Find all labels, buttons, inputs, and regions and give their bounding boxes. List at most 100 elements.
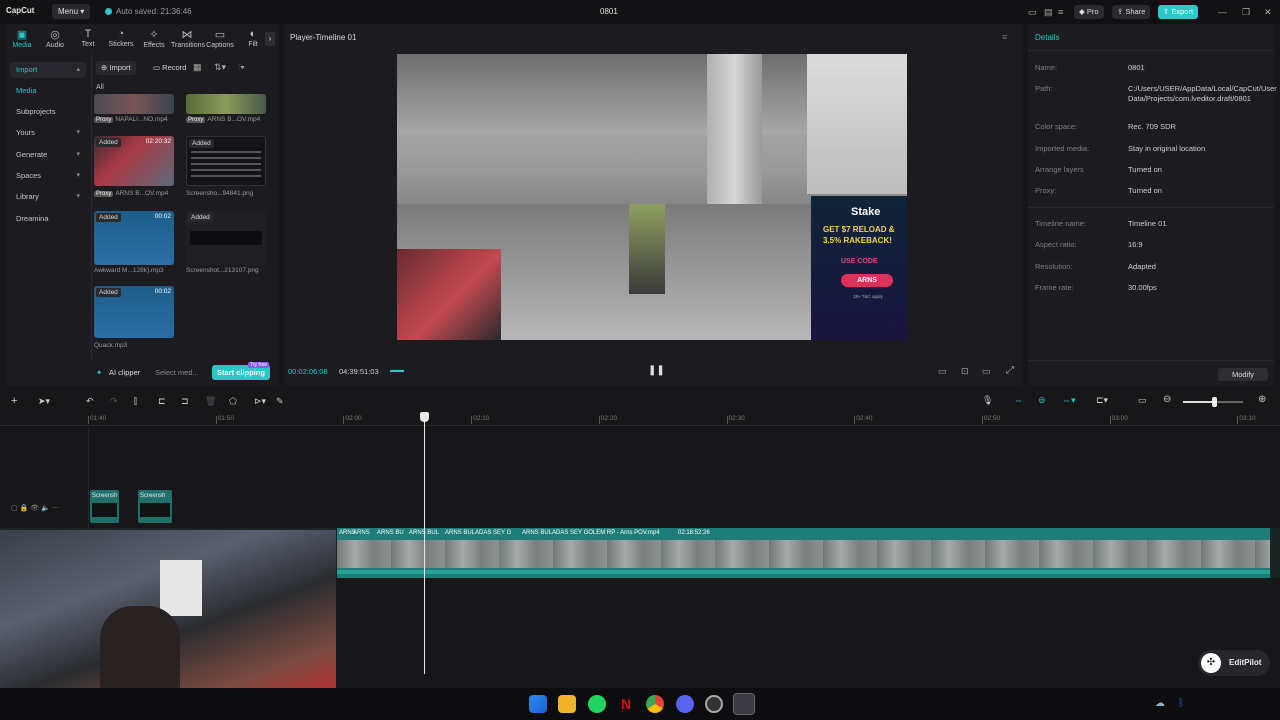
- tab-transitions[interactable]: ⋈ Transitions: [171, 28, 205, 49]
- media-item[interactable]: Added Screensho...94841.png: [186, 136, 266, 197]
- fullscreen-icon[interactable]: ⤢: [1006, 365, 1014, 376]
- detail-value: Turned on: [1128, 186, 1162, 195]
- select-tool-icon[interactable]: ➤▾: [38, 396, 50, 407]
- sidebar-media[interactable]: Media: [10, 83, 86, 99]
- sidebar-yours[interactable]: Yours ▾: [10, 125, 86, 141]
- sidebar-generate[interactable]: Generate ▾: [10, 147, 86, 163]
- preview-axis-icon[interactable]: ⇔▾: [1062, 395, 1076, 406]
- close-icon[interactable]: ✕: [1264, 7, 1272, 18]
- magnet-icon[interactable]: ⊜: [1038, 395, 1046, 406]
- tray-icon[interactable]: ☁: [1155, 698, 1165, 709]
- pause-icon[interactable]: ❚❚: [648, 365, 665, 376]
- sidebar-import[interactable]: Import ▴: [10, 62, 86, 78]
- chrome-icon[interactable]: [646, 695, 664, 713]
- import-button[interactable]: ⊕ Import: [96, 61, 136, 75]
- added-badge: Added: [188, 213, 213, 222]
- tab-audio[interactable]: ◎ Audio: [39, 28, 71, 49]
- ratio-icon[interactable]: ▭: [982, 366, 991, 377]
- obs-icon[interactable]: [705, 695, 723, 713]
- duration-label: 02:20:32: [145, 138, 171, 145]
- filter-all[interactable]: All: [96, 84, 104, 91]
- bluetooth-icon[interactable]: ᛒ: [1178, 698, 1184, 709]
- maximize-icon[interactable]: ❐: [1242, 7, 1250, 18]
- media-item[interactable]: Added 00:02 Awkward M...128k).mp3: [94, 211, 174, 274]
- layout-icon[interactable]: ▭: [1028, 7, 1037, 18]
- redo-icon[interactable]: ↷: [110, 396, 118, 407]
- export-button[interactable]: ⇧ Export: [1158, 5, 1199, 19]
- media-item[interactable]: Added 02:20:32 Proxy ARNS B...OV.mp4: [94, 136, 174, 197]
- tab-stickers[interactable]: ◔ Stickers: [105, 28, 137, 48]
- tab-effects[interactable]: ✧ Effects: [138, 28, 170, 49]
- editpilot-button[interactable]: ✣ EditPilot: [1198, 650, 1270, 676]
- media-item[interactable]: Added Screenshot...213107.png: [186, 211, 266, 274]
- freeze-icon[interactable]: ⊳▾: [254, 396, 266, 407]
- record-button[interactable]: ▭ Record: [149, 61, 190, 75]
- add-track-icon[interactable]: +: [11, 395, 17, 407]
- timeline-area[interactable]: 01:40 01:50 02:00 02:10 02:20 02:30 02:40 02:50…: [0, 412, 1280, 688]
- media-item[interactable]: Proxy NAPALI...NO.mp4: [94, 94, 174, 123]
- microphone-icon[interactable]: 🎙: [982, 395, 993, 406]
- ai-clipper-label: AI clipper: [109, 368, 141, 377]
- media-item[interactable]: Proxy ARNS B...OV.mp4: [186, 94, 266, 123]
- undo-icon[interactable]: ↶: [86, 396, 94, 407]
- link-icon[interactable]: ⇔: [1014, 395, 1023, 405]
- split-right-icon[interactable]: ⊐: [181, 396, 189, 407]
- track-controls[interactable]: ▢ 🔒 👁 🔈 ⋯: [11, 504, 59, 512]
- mark-icon[interactable]: ⬠: [229, 396, 237, 407]
- tick-mark: [598, 416, 600, 424]
- pro-button[interactable]: ◆ Pro: [1074, 5, 1104, 19]
- minimize-icon[interactable]: —: [1218, 7, 1227, 17]
- edit-icon[interactable]: ✎: [276, 396, 284, 407]
- main-clip-group[interactable]: ARNS ARNS ARNS BU ARNS BUL ARNS BULADAS …: [337, 528, 1270, 578]
- menu-button[interactable]: Menu ▾: [52, 4, 91, 19]
- chevron-right-icon[interactable]: ›: [265, 32, 275, 46]
- detail-label: Color space:: [1035, 122, 1078, 131]
- quality-icon[interactable]: ▭: [938, 366, 947, 377]
- player-panel: Player-Timeline 01 ≡ Stake GET $7 RELOAD…: [284, 24, 1022, 386]
- time-ruler[interactable]: 01:40 01:50 02:00 02:10 02:20 02:30 02:40 02:50…: [0, 412, 1280, 426]
- video-preview[interactable]: Stake GET $7 RELOAD & 3.5% RAKEBACK! USE…: [397, 54, 907, 340]
- tab-media[interactable]: ▣ Media: [6, 28, 38, 49]
- modify-button[interactable]: Modify: [1218, 368, 1268, 381]
- zoom-slider-handle[interactable]: [1212, 397, 1217, 407]
- windows-start-icon[interactable]: [529, 695, 547, 713]
- tab-captions[interactable]: ▭ Captions: [204, 28, 236, 49]
- share-button[interactable]: ⇪ Share: [1112, 5, 1151, 19]
- snap-icon[interactable]: ⊏▾: [1096, 395, 1108, 406]
- sidebar-spaces[interactable]: Spaces ▾: [10, 168, 86, 184]
- split-icon[interactable]: ⫿: [134, 396, 137, 407]
- playhead-handle[interactable]: [420, 412, 429, 422]
- timeline-clip[interactable]: Screensh: [90, 490, 119, 523]
- player-menu-icon[interactable]: ≡: [1002, 32, 1007, 42]
- zoom-out-icon[interactable]: ⊖: [1163, 394, 1171, 405]
- spotify-icon[interactable]: [588, 695, 606, 713]
- sidebar-subprojects[interactable]: Subprojects: [10, 104, 86, 120]
- discord-icon[interactable]: [676, 695, 694, 713]
- select-media-dropdown[interactable]: Select med...: [155, 368, 199, 377]
- playhead[interactable]: [424, 412, 425, 674]
- sidebar-dreamina[interactable]: Dreamina: [10, 211, 86, 227]
- filter-icon[interactable]: ⫶▾: [238, 62, 245, 73]
- delete-icon[interactable]: 🗑: [205, 396, 216, 407]
- text-icon: T: [84, 28, 92, 40]
- crop-icon[interactable]: ⊡: [961, 366, 969, 377]
- media-item[interactable]: Added 00:02 Quack.mp3: [94, 286, 174, 349]
- shortcuts-icon[interactable]: ▤: [1044, 7, 1053, 18]
- settings-icon[interactable]: ≡: [1058, 7, 1063, 17]
- sidebar-library[interactable]: Library ▾: [10, 189, 86, 205]
- media-thumbnail: Added 00:02: [94, 286, 174, 338]
- split-left-icon[interactable]: ⊏: [158, 396, 166, 407]
- capcut-taskbar-icon[interactable]: [733, 693, 755, 715]
- media-name: Screenshot...213107.png: [186, 267, 259, 274]
- zoom-in-icon[interactable]: ⊕: [1258, 394, 1266, 405]
- sort-icon[interactable]: ⇅▾: [214, 62, 226, 73]
- tab-text[interactable]: T Text: [72, 28, 104, 48]
- grid-view-icon[interactable]: ▦: [193, 62, 202, 73]
- waveform-icon[interactable]: ▬▬: [390, 367, 404, 374]
- zoom-slider[interactable]: [1183, 397, 1243, 407]
- netflix-icon[interactable]: N: [617, 695, 635, 713]
- caption-icon[interactable]: ▭: [1138, 395, 1147, 406]
- media-thumbnail: Added 02:20:32: [94, 136, 174, 186]
- timeline-clip[interactable]: Screensh: [138, 490, 172, 523]
- file-explorer-icon[interactable]: [558, 695, 576, 713]
